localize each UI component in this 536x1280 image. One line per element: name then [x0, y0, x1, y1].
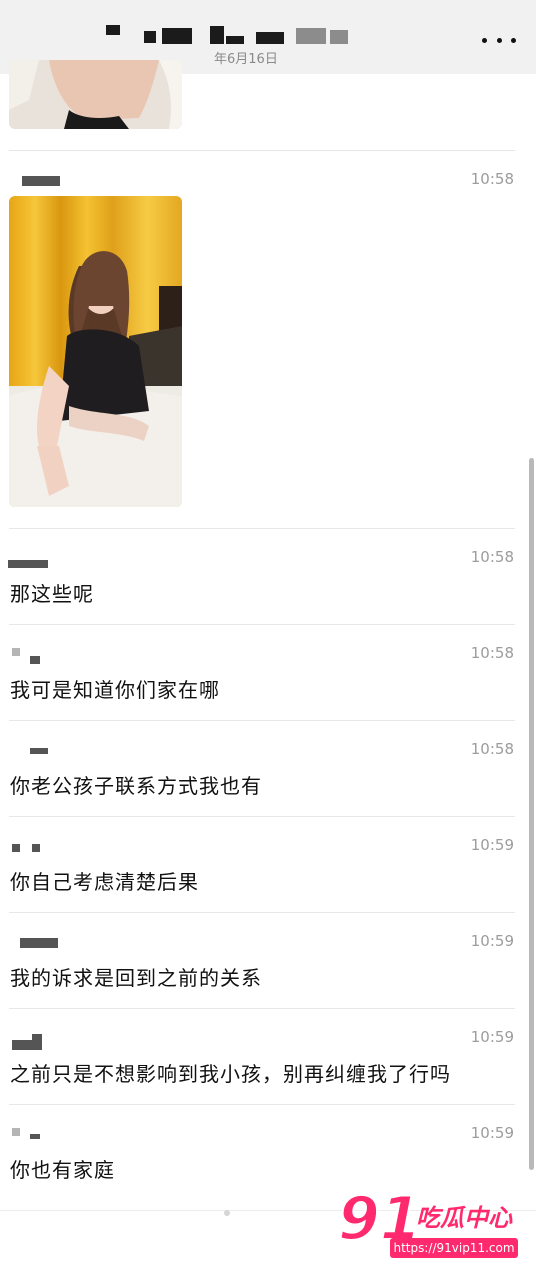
message-time: 10:58	[470, 644, 514, 662]
watermark-logo: 91 吃瓜中心 https://91vip11.com	[337, 1187, 528, 1268]
title-redaction	[226, 36, 244, 44]
message-time: 10:59	[470, 836, 514, 854]
sender-name-redacted	[32, 844, 40, 852]
message-text: 我的诉求是回到之前的关系	[10, 966, 262, 990]
photo-message-partial[interactable]	[9, 60, 182, 129]
scrollbar[interactable]	[529, 458, 534, 1170]
message-time: 10:59	[470, 932, 514, 950]
title-redaction	[256, 32, 284, 44]
sender-name-redacted	[30, 748, 48, 754]
sender-name-redacted	[12, 844, 20, 852]
sender-name-redacted	[32, 1034, 42, 1050]
message-time: 10:58	[470, 170, 514, 188]
watermark-url: https://91vip11.com	[390, 1238, 518, 1258]
sender-name-redacted	[8, 560, 48, 568]
message-divider	[9, 720, 515, 721]
chat-page: 年6月16日 10:58 10:58 那这些呢 10:58 我可是知道你们家在哪…	[0, 0, 536, 1280]
title-redaction	[210, 26, 224, 44]
sender-name-redacted	[30, 656, 40, 664]
sender-name-redacted	[20, 938, 58, 948]
message-text: 我可是知道你们家在哪	[10, 678, 220, 702]
message-time: 10:59	[470, 1028, 514, 1046]
sender-name-redacted	[22, 176, 60, 186]
title-redaction	[106, 25, 120, 35]
title-redaction	[296, 28, 326, 44]
sender-name-redacted	[12, 648, 20, 656]
bottom-dot	[224, 1210, 230, 1216]
more-options-icon[interactable]	[482, 30, 516, 50]
message-time: 10:59	[470, 1124, 514, 1142]
message-time: 10:58	[470, 548, 514, 566]
message-divider	[9, 624, 515, 625]
message-divider	[9, 1008, 515, 1009]
message-text: 你老公孩子联系方式我也有	[10, 774, 262, 798]
title-redaction	[144, 31, 156, 43]
message-text: 你自己考虑清楚后果	[10, 870, 199, 894]
message-divider	[9, 816, 515, 817]
message-text: 那这些呢	[10, 582, 94, 606]
message-divider	[9, 528, 515, 529]
sender-name-redacted	[12, 1040, 32, 1050]
title-redaction	[162, 28, 192, 44]
message-text: 之前只是不想影响到我小孩，别再纠缠我了行吗	[10, 1062, 451, 1086]
message-divider	[9, 912, 515, 913]
header-date: 年6月16日	[214, 52, 278, 67]
title-redaction	[330, 30, 348, 44]
photo-message[interactable]	[9, 196, 182, 507]
message-time: 10:58	[470, 740, 514, 758]
watermark-title: 吃瓜中心	[416, 1204, 512, 1232]
message-divider	[9, 1104, 515, 1105]
sender-name-redacted	[30, 1134, 40, 1139]
sender-name-redacted	[12, 1128, 20, 1136]
message-divider	[9, 150, 515, 151]
message-text: 你也有家庭	[10, 1158, 115, 1182]
